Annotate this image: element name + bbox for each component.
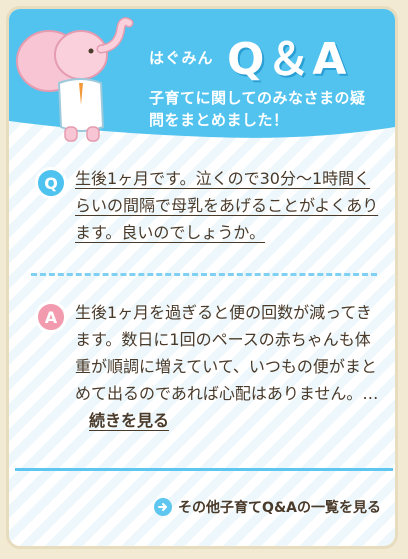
answer-body: 生後1ヶ月を過ぎると便の回数が減ってきます。数日に1回のペースの赤ちゃんも体重が… xyxy=(75,303,379,403)
header-subtitle: 子育てに関してのみなさまの疑問をまとめました！ xyxy=(149,89,366,129)
qa-card: はぐみん Q＆A 子育てに関してのみなさまの疑問をまとめました！ Q 生後1ヶ月… xyxy=(6,6,398,549)
question-link[interactable]: 生後1ヶ月です。泣くので30分〜1時間くらいの間隔で母乳をあげることがよくありま… xyxy=(75,165,385,246)
dashed-divider xyxy=(31,273,377,276)
qa-header: はぐみん Q＆A 子育てに関してのみなさまの疑問をまとめました！ xyxy=(9,9,395,151)
arrow-right-circle-icon xyxy=(154,498,173,516)
answer-badge: A xyxy=(35,301,67,333)
brand-label: はぐみん xyxy=(149,49,214,67)
qa-list-link-label: その他子育てQ&Aの一覧を見る xyxy=(178,500,381,516)
read-more-link[interactable]: 続きを見る xyxy=(89,411,169,430)
page-title: Q＆A xyxy=(227,34,349,85)
bottom-divider xyxy=(15,468,393,471)
qa-list-link[interactable]: その他子育てQ&Aの一覧を見る xyxy=(154,497,381,517)
question-badge: Q xyxy=(35,167,67,199)
answer-text: 生後1ヶ月を過ぎると便の回数が減ってきます。数日に1回のペースの赤ちゃんも体重が… xyxy=(75,299,385,434)
